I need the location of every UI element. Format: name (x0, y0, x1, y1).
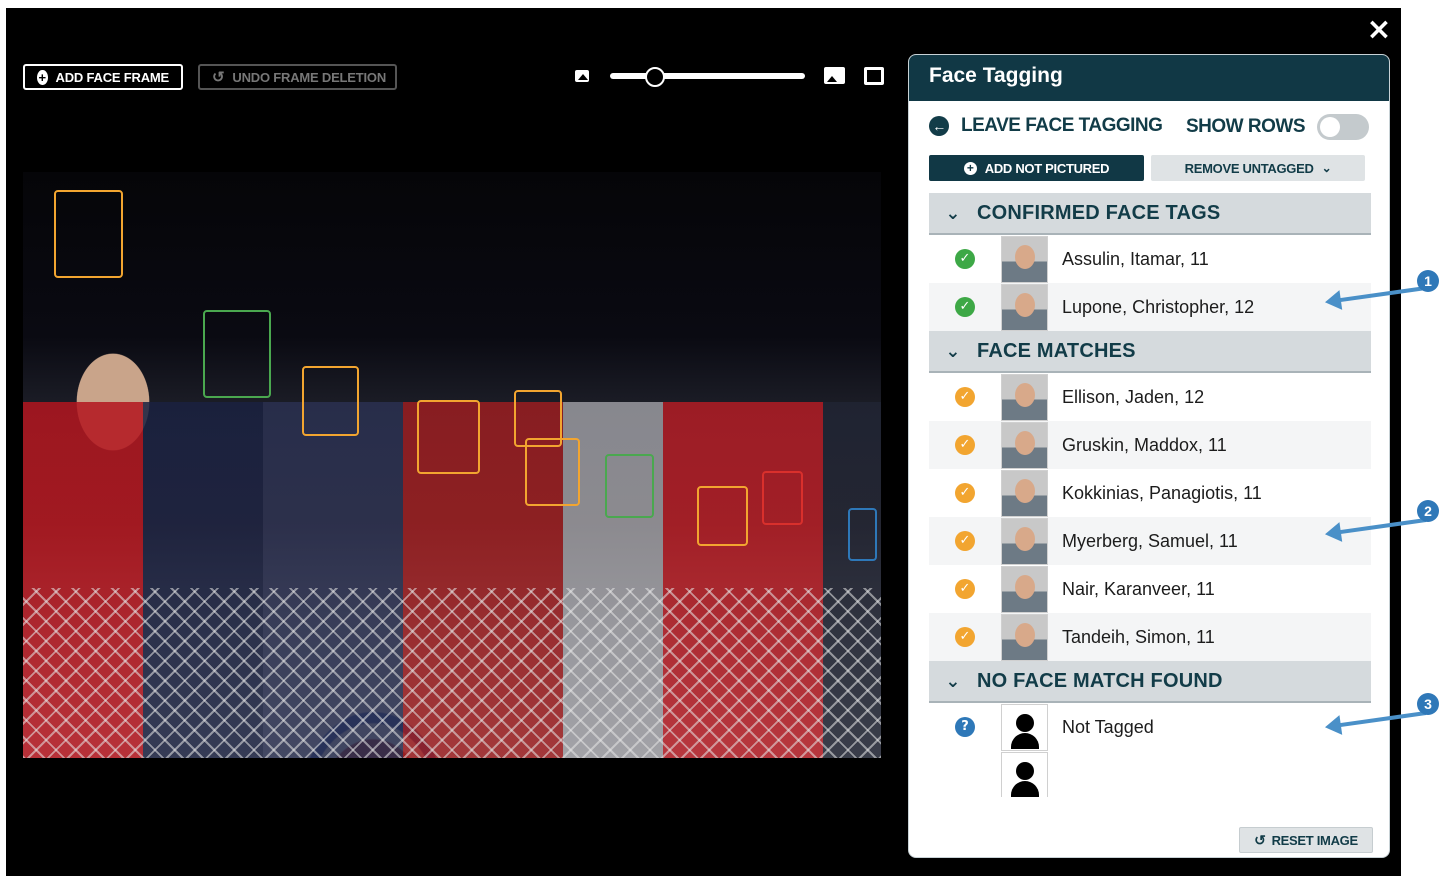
show-rows-toggle[interactable] (1317, 114, 1369, 140)
avatar (1001, 565, 1048, 613)
plus-circle-icon: + (963, 161, 977, 175)
avatar (1001, 469, 1048, 517)
chevron-down-icon: ⌄ (1321, 161, 1332, 175)
match-check-icon: ✓ (955, 435, 975, 455)
add-face-frame-label: ADD FACE FRAME (55, 69, 170, 85)
person-name: Nair, Karanveer, 11 (1062, 578, 1215, 599)
add-not-pictured-label: ADD NOT PICTURED (984, 160, 1110, 176)
check-circle-icon: ✓ (955, 249, 975, 269)
face-frame-match[interactable] (54, 190, 123, 278)
leave-face-tagging-link[interactable]: ← LEAVE FACE TAGGING (929, 115, 1163, 137)
confirmed-rows: ✓ Assulin, Itamar, 11 ✓ Lupone, Christop… (929, 235, 1371, 331)
avatar (1001, 421, 1048, 469)
section-header-confirmed[interactable]: ⌄ CONFIRMED FACE TAGS (929, 193, 1371, 235)
face-frame-confirmed[interactable] (203, 310, 271, 398)
face-frame-match[interactable] (302, 366, 359, 436)
avatar (1001, 373, 1048, 421)
undo-icon: ↺ (212, 68, 225, 86)
match-check-icon: ✓ (955, 483, 975, 503)
question-circle-icon: ? (955, 717, 975, 737)
no-match-rows: ? Not Tagged (929, 703, 1371, 797)
leave-face-tagging-label: LEAVE FACE TAGGING (961, 115, 1163, 136)
match-check-icon: ✓ (955, 387, 975, 407)
section-title: CONFIRMED FACE TAGS (977, 201, 1221, 224)
section-title: NO FACE MATCH FOUND (977, 669, 1223, 692)
list-item[interactable]: ✓ Ellison, Jaden, 12 (929, 373, 1371, 421)
check-circle-icon: ✓ (955, 297, 975, 317)
match-check-icon: ✓ (955, 627, 975, 647)
person-name: Not Tagged (1062, 716, 1154, 737)
add-not-pictured-button[interactable]: + ADD NOT PICTURED (929, 155, 1144, 181)
list-item[interactable]: ✓ Assulin, Itamar, 11 (929, 235, 1371, 283)
plus-circle-icon: + (37, 69, 48, 85)
person-name: Tandeih, Simon, 11 (1062, 626, 1215, 647)
zoom-slider[interactable] (610, 73, 805, 79)
face-tagging-panel: Face Tagging ← LEAVE FACE TAGGING SHOW R… (908, 54, 1390, 858)
list-item[interactable]: ✓ Myerberg, Samuel, 11 (929, 517, 1371, 565)
remove-untagged-label: REMOVE UNTAGGED (1184, 160, 1314, 176)
undo-icon: ↺ (1254, 831, 1266, 848)
zoom-out-image-icon[interactable] (575, 70, 589, 82)
annotation-badge: 2 (1417, 500, 1439, 522)
remove-untagged-dropdown[interactable]: REMOVE UNTAGGED ⌄ (1151, 155, 1365, 181)
undo-frame-deletion-button[interactable]: ↺ UNDO FRAME DELETION (198, 64, 397, 90)
list-item[interactable]: ✓ Kokkinias, Panagiotis, 11 (929, 469, 1371, 517)
list-item[interactable]: ✓ Tandeih, Simon, 11 (929, 613, 1371, 661)
close-icon[interactable]: × (1363, 14, 1395, 46)
fullscreen-icon[interactable] (864, 67, 884, 85)
section-header-face-matches[interactable]: ⌄ FACE MATCHES (929, 331, 1371, 373)
chevron-down-icon: ⌄ (945, 340, 961, 362)
panel-title: Face Tagging (909, 55, 1389, 101)
back-arrow-icon: ← (929, 116, 949, 136)
avatar (1001, 283, 1048, 331)
tagged-photo (23, 172, 881, 758)
person-placeholder-icon (1001, 751, 1048, 797)
person-name: Ellison, Jaden, 12 (1062, 386, 1205, 407)
show-rows-label: SHOW ROWS (1186, 116, 1306, 137)
add-face-frame-button[interactable]: + ADD FACE FRAME (23, 64, 183, 90)
list-item[interactable]: ✓ Nair, Karanveer, 11 (929, 565, 1371, 613)
section-header-no-match[interactable]: ⌄ NO FACE MATCH FOUND (929, 661, 1371, 703)
person-placeholder-icon (1001, 703, 1048, 751)
avatar (1001, 613, 1048, 661)
annotation-badge: 3 (1417, 693, 1439, 715)
match-check-icon: ✓ (955, 531, 975, 551)
tag-list[interactable]: ⌄ CONFIRMED FACE TAGS ✓ Assulin, Itamar,… (929, 193, 1371, 797)
list-item[interactable] (929, 751, 1371, 797)
zoom-slider-thumb[interactable] (645, 67, 665, 87)
face-frame-confirmed[interactable] (605, 454, 654, 518)
list-item[interactable]: ✓ Gruskin, Maddox, 11 (929, 421, 1371, 469)
person-name: Kokkinias, Panagiotis, 11 (1062, 482, 1262, 503)
fence-image (23, 588, 881, 758)
face-frame-match[interactable] (525, 438, 580, 506)
list-item[interactable]: ✓ Lupone, Christopher, 12 (929, 283, 1371, 331)
reset-image-button[interactable]: ↺ RESET IMAGE (1239, 827, 1373, 853)
chevron-down-icon: ⌄ (945, 202, 961, 224)
annotation-badge: 1 (1417, 270, 1439, 292)
list-item[interactable]: ? Not Tagged (929, 703, 1371, 751)
person-name: Lupone, Christopher, 12 (1062, 296, 1255, 317)
avatar (1001, 235, 1048, 283)
avatar (1001, 517, 1048, 565)
match-check-icon: ✓ (955, 579, 975, 599)
face-frame-match[interactable] (697, 486, 748, 546)
face-frame-rejected[interactable] (762, 471, 803, 525)
match-rows: ✓ Ellison, Jaden, 12 ✓ Gruskin, Maddox, … (929, 373, 1371, 661)
chevron-down-icon: ⌄ (945, 670, 961, 692)
face-frame-match[interactable] (417, 400, 480, 474)
section-title: FACE MATCHES (977, 339, 1136, 362)
reset-image-label: RESET IMAGE (1271, 832, 1359, 848)
undo-frame-deletion-label: UNDO FRAME DELETION (232, 69, 387, 85)
person-name: Myerberg, Samuel, 11 (1062, 530, 1238, 551)
face-frame-unknown[interactable] (848, 508, 877, 561)
zoom-in-image-icon[interactable] (824, 67, 845, 84)
person-name: Assulin, Itamar, 11 (1062, 248, 1209, 269)
person-name: Gruskin, Maddox, 11 (1062, 434, 1227, 455)
